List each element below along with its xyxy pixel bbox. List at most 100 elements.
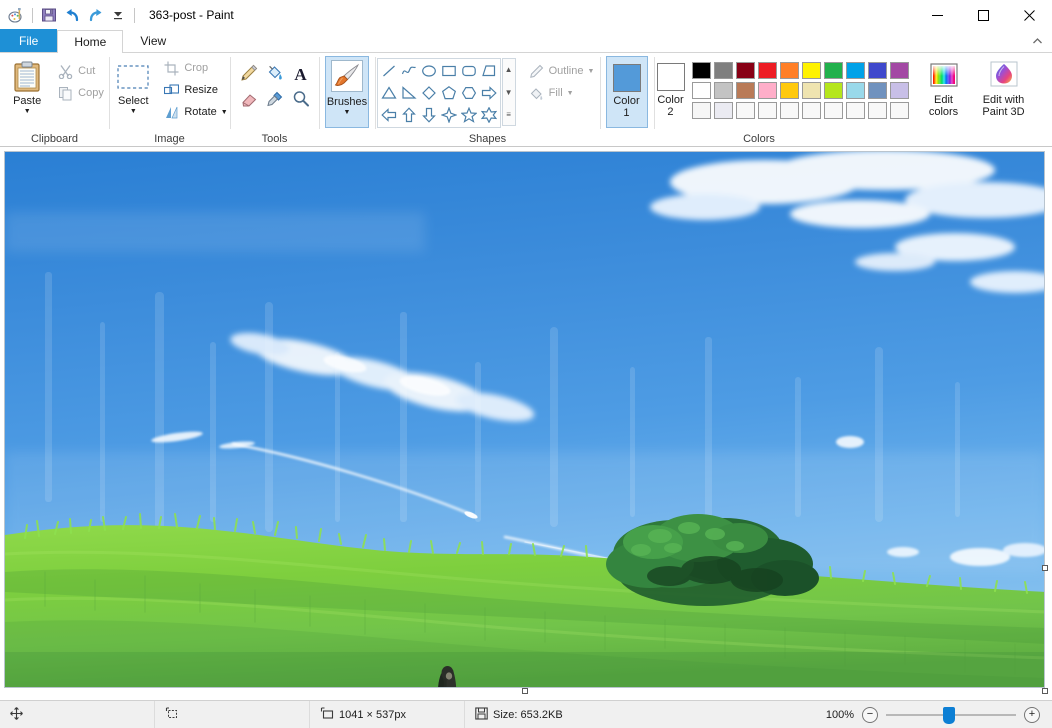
custom-palette-swatch[interactable]: [779, 102, 799, 119]
custom-palette-swatch[interactable]: [867, 102, 887, 119]
left-arrow-shape-button[interactable]: [379, 104, 399, 126]
outline-caret-icon[interactable]: ▼: [587, 68, 594, 75]
palette-swatch[interactable]: [713, 62, 733, 79]
text-tool-button[interactable]: A: [288, 61, 314, 87]
pentagon-shape-button[interactable]: [439, 82, 459, 104]
palette-swatch[interactable]: [889, 82, 909, 99]
rounded-rectangle-shape-button[interactable]: [459, 60, 479, 82]
zoom-out-button[interactable]: −: [862, 706, 878, 723]
fill-button[interactable]: Fill ▼: [524, 82, 599, 104]
paste-button[interactable]: Paste ▼: [1, 57, 53, 115]
polygon-shape-button[interactable]: [479, 60, 499, 82]
painting-image[interactable]: [5, 152, 1045, 688]
triangle-shape-button[interactable]: [379, 82, 399, 104]
canvas-area[interactable]: [0, 147, 1052, 700]
custom-palette-swatch[interactable]: [801, 102, 821, 119]
maximize-button[interactable]: [960, 0, 1006, 30]
palette-swatch[interactable]: [713, 82, 733, 99]
palette-swatch[interactable]: [801, 82, 821, 99]
custom-palette-swatch[interactable]: [757, 102, 777, 119]
right-arrow-shape-button[interactable]: [479, 82, 499, 104]
up-arrow-shape-button[interactable]: [399, 104, 419, 126]
brushes-caret-icon[interactable]: ▼: [344, 109, 351, 116]
palette-swatch[interactable]: [779, 82, 799, 99]
palette-swatch[interactable]: [823, 62, 843, 79]
canvas-resize-handle-bottom[interactable]: [522, 688, 528, 694]
custom-palette-swatch[interactable]: [691, 102, 711, 119]
minimize-button[interactable]: [914, 0, 960, 30]
palette-swatch[interactable]: [889, 62, 909, 79]
canvas-resize-handle-corner[interactable]: [1042, 688, 1048, 694]
palette-swatch[interactable]: [691, 82, 711, 99]
magnifier-tool-button[interactable]: [288, 87, 314, 113]
line-shape-button[interactable]: [379, 60, 399, 82]
color-2-swatch[interactable]: [656, 63, 685, 91]
palette-swatch[interactable]: [757, 62, 777, 79]
palette-swatch[interactable]: [757, 82, 777, 99]
palette-swatch[interactable]: [867, 62, 887, 79]
curve-shape-button[interactable]: [399, 60, 419, 82]
tab-file[interactable]: File: [0, 29, 58, 52]
gallery-expand-icon[interactable]: ≡: [503, 104, 515, 125]
palette-swatch[interactable]: [779, 62, 799, 79]
cut-button[interactable]: Cut: [53, 60, 108, 82]
rotate-caret-icon[interactable]: ▼: [221, 109, 228, 116]
select-caret-icon[interactable]: ▼: [130, 108, 137, 115]
select-button[interactable]: Select ▼: [107, 57, 159, 115]
canvas-resize-handle-right[interactable]: [1042, 565, 1048, 571]
six-point-star-shape-button[interactable]: [479, 104, 499, 126]
zoom-in-button[interactable]: +: [1024, 706, 1040, 723]
oval-shape-button[interactable]: [419, 60, 439, 82]
zoom-slider[interactable]: [886, 706, 1016, 724]
custom-palette-swatch[interactable]: [845, 102, 865, 119]
diamond-shape-button[interactable]: [419, 82, 439, 104]
brushes-button[interactable]: Brushes ▼: [325, 56, 369, 128]
tab-view[interactable]: View: [123, 29, 183, 52]
custom-palette-swatch[interactable]: [713, 102, 733, 119]
paint-app-icon[interactable]: [5, 4, 27, 26]
color-1-swatch[interactable]: [612, 64, 641, 92]
palette-swatch[interactable]: [735, 82, 755, 99]
five-point-star-shape-button[interactable]: [459, 104, 479, 126]
fill-caret-icon[interactable]: ▼: [567, 90, 574, 97]
down-arrow-shape-button[interactable]: [419, 104, 439, 126]
save-icon[interactable]: [38, 4, 60, 26]
outline-button[interactable]: Outline ▼: [524, 60, 599, 82]
redo-icon[interactable]: [84, 4, 106, 26]
palette-swatch[interactable]: [823, 82, 843, 99]
undo-icon[interactable]: [61, 4, 83, 26]
edit-colors-button[interactable]: Edit colors: [921, 56, 967, 118]
collapse-ribbon-icon[interactable]: [1028, 32, 1046, 50]
palette-swatch[interactable]: [867, 82, 887, 99]
scroll-up-icon[interactable]: ▲: [503, 59, 515, 80]
color-1-button[interactable]: Color 1: [605, 56, 648, 128]
color-2-button[interactable]: Color 2: [650, 56, 692, 118]
tab-home[interactable]: Home: [57, 30, 124, 53]
palette-swatch[interactable]: [691, 62, 711, 79]
custom-palette-swatch[interactable]: [735, 102, 755, 119]
custom-palette-swatch[interactable]: [889, 102, 909, 119]
four-point-star-shape-button[interactable]: [439, 104, 459, 126]
rotate-button[interactable]: Rotate ▼: [159, 101, 231, 123]
pencil-tool-button[interactable]: [236, 61, 262, 87]
paste-caret-icon[interactable]: ▼: [24, 108, 31, 115]
crop-button[interactable]: Crop: [159, 57, 231, 79]
custom-palette-swatch[interactable]: [823, 102, 843, 119]
edit-with-paint3d-button[interactable]: Edit with Paint 3D: [975, 56, 1033, 118]
eraser-tool-button[interactable]: [236, 87, 262, 113]
drawing-canvas[interactable]: [4, 151, 1045, 688]
customize-qat-icon[interactable]: [107, 4, 129, 26]
hexagon-shape-button[interactable]: [459, 82, 479, 104]
shapes-gallery-scrollbar[interactable]: ▲ ▼ ≡: [501, 58, 516, 126]
rectangle-shape-button[interactable]: [439, 60, 459, 82]
palette-swatch[interactable]: [735, 62, 755, 79]
right-triangle-shape-button[interactable]: [399, 82, 419, 104]
palette-swatch[interactable]: [845, 82, 865, 99]
fill-bucket-tool-button[interactable]: [262, 61, 288, 87]
color-picker-tool-button[interactable]: [262, 87, 288, 113]
close-button[interactable]: [1006, 0, 1052, 30]
palette-swatch[interactable]: [801, 62, 821, 79]
zoom-slider-thumb[interactable]: [943, 706, 955, 724]
copy-button[interactable]: Copy: [53, 82, 108, 104]
resize-button[interactable]: Resize: [159, 79, 231, 101]
